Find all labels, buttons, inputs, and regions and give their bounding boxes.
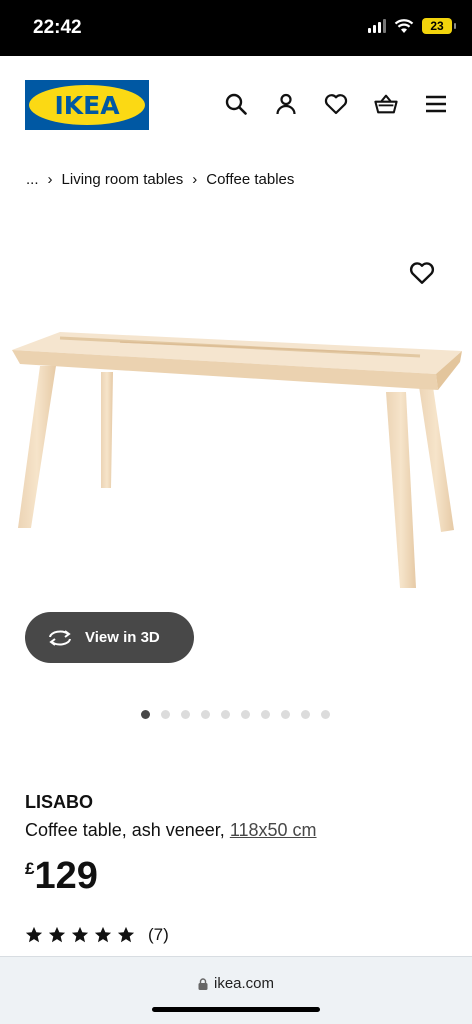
header-icons — [224, 92, 448, 116]
product-image[interactable] — [0, 320, 472, 600]
star-icon — [94, 926, 112, 943]
basket-icon[interactable] — [374, 92, 398, 116]
view-in-3d-label: View in 3D — [85, 629, 160, 646]
url-text: ikea.com — [213, 975, 275, 992]
carousel-dot[interactable] — [281, 710, 290, 719]
carousel-dot[interactable] — [181, 710, 190, 719]
status-icons: 23 — [368, 18, 456, 34]
rotate-3d-icon — [49, 629, 71, 646]
price-amount: 129 — [34, 855, 98, 897]
home-indicator[interactable] — [152, 1007, 320, 1012]
browser-address-bar: ikea.com — [0, 956, 472, 1024]
heart-icon[interactable] — [324, 92, 348, 116]
price-currency: £ — [25, 859, 35, 878]
star-icon — [117, 926, 135, 943]
product-description: Coffee table, ash veneer, 118x50 cm — [25, 820, 317, 841]
carousel-dot[interactable] — [221, 710, 230, 719]
chevron-right-icon: › — [192, 171, 198, 188]
star-icon — [25, 926, 43, 943]
star-icon — [48, 926, 66, 943]
view-in-3d-button[interactable]: View in 3D — [25, 612, 194, 663]
product-price: £ 129 — [25, 855, 98, 898]
carousel-dot[interactable] — [141, 710, 150, 719]
product-description-text: Coffee table, ash veneer, — [25, 820, 230, 840]
chevron-right-icon: › — [47, 171, 53, 188]
add-to-favourites-icon[interactable] — [409, 261, 435, 285]
account-icon[interactable] — [274, 92, 298, 116]
breadcrumb-ellipsis[interactable]: ... — [26, 171, 39, 188]
logo-text: IKEA — [54, 90, 120, 120]
product-name: LISABO — [25, 792, 94, 812]
menu-icon[interactable] — [424, 92, 448, 116]
star-icon — [71, 926, 89, 943]
url-field[interactable]: ikea.com — [0, 975, 472, 992]
product-size-link[interactable]: 118x50 cm — [230, 820, 317, 840]
lock-icon — [198, 977, 208, 990]
site-header: IKEA — [0, 56, 472, 156]
carousel-dot[interactable] — [201, 710, 210, 719]
carousel-dot[interactable] — [161, 710, 170, 719]
ikea-logo[interactable]: IKEA — [25, 80, 149, 130]
battery-icon: 23 — [422, 18, 456, 34]
breadcrumb-coffee-tables[interactable]: Coffee tables — [206, 171, 294, 188]
rating-count[interactable]: (7) — [148, 925, 169, 945]
breadcrumb-living-room-tables[interactable]: Living room tables — [62, 171, 184, 188]
product-rating[interactable]: (7) — [25, 925, 169, 945]
carousel-dot[interactable] — [321, 710, 330, 719]
status-time: 22:42 — [33, 17, 82, 38]
carousel-dot[interactable] — [301, 710, 310, 719]
logo-oval: IKEA — [29, 85, 145, 125]
signal-icon — [368, 19, 386, 33]
carousel-dot[interactable] — [261, 710, 270, 719]
search-icon[interactable] — [224, 92, 248, 116]
status-bar: 22:42 23 — [0, 0, 472, 56]
wifi-icon — [394, 18, 414, 33]
carousel-dot[interactable] — [241, 710, 250, 719]
carousel-dots — [141, 710, 330, 719]
breadcrumb: ... › Living room tables › Coffee tables — [26, 171, 294, 188]
